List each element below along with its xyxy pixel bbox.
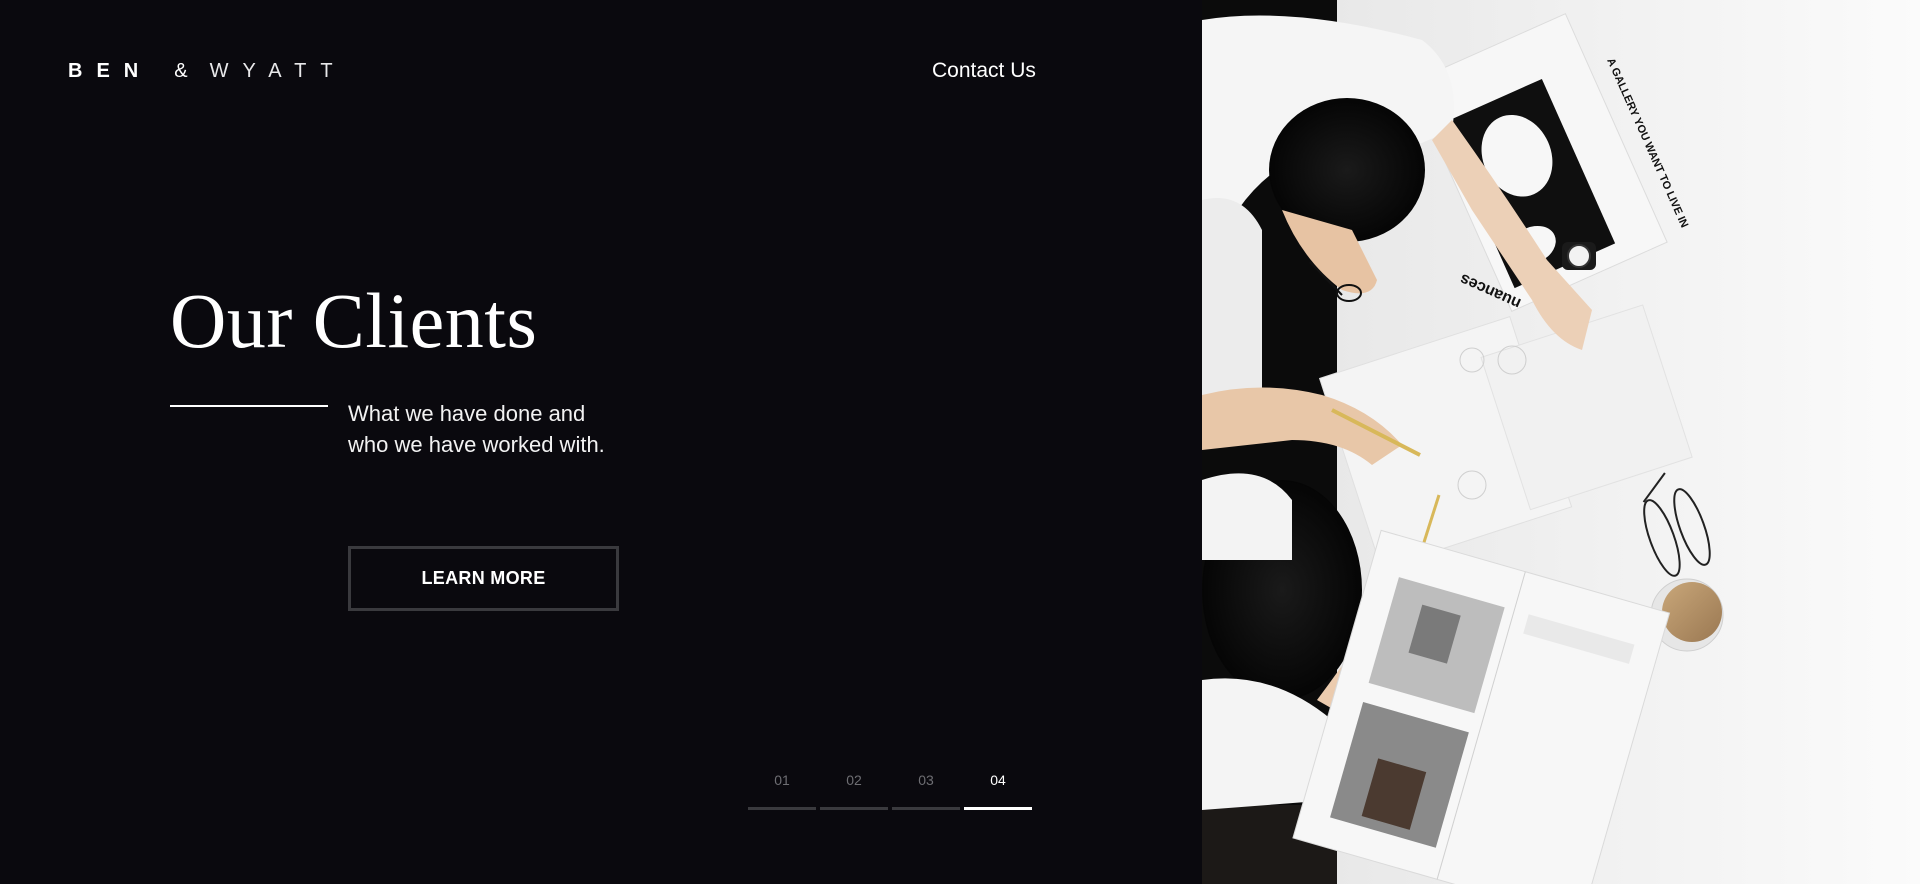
pager-bar — [964, 807, 1032, 810]
pager-bar — [820, 807, 888, 810]
pager-number: 03 — [918, 772, 934, 788]
pager-item-03[interactable]: 03 — [892, 770, 960, 810]
hero-subtitle: What we have done and who we have worked… — [348, 398, 648, 460]
hero-panel: BEN & WYATT Contact Us Our Clients What … — [0, 0, 1202, 884]
brand-logo[interactable]: BEN & WYATT — [68, 60, 347, 83]
pager-item-04[interactable]: 04 — [964, 770, 1032, 810]
pager-item-01[interactable]: 01 — [748, 770, 816, 810]
learn-more-button[interactable]: LEARN MORE — [348, 546, 619, 611]
title-divider — [170, 405, 328, 407]
slide-pager: 01 02 03 04 — [748, 770, 1032, 810]
pager-number: 02 — [846, 772, 862, 788]
subtitle-line-1: What we have done and — [348, 401, 586, 426]
hero-photo: A GALLERY YOU WANT TO LIVE IN nuances — [1202, 0, 1920, 884]
logo-part-wyatt: WYATT — [209, 60, 347, 82]
pager-item-02[interactable]: 02 — [820, 770, 888, 810]
logo-part-ben: BEN — [68, 60, 153, 82]
pager-number: 04 — [990, 772, 1006, 788]
page-title: Our Clients — [170, 277, 538, 364]
hero-photo-illustration: A GALLERY YOU WANT TO LIVE IN nuances — [1202, 0, 1920, 884]
pager-number: 01 — [774, 772, 790, 788]
pager-bar — [892, 807, 960, 810]
logo-ampersand: & — [174, 60, 188, 82]
pager-bar — [748, 807, 816, 810]
subtitle-line-2: who we have worked with. — [348, 432, 605, 457]
contact-us-link[interactable]: Contact Us — [932, 59, 1036, 83]
